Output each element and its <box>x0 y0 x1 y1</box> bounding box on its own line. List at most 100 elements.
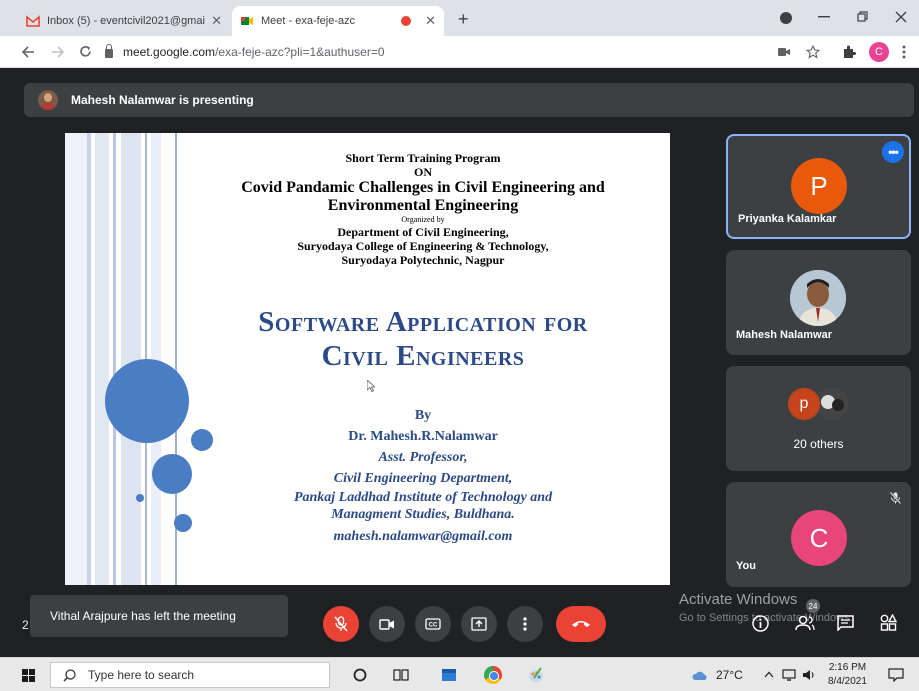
close-tab-icon[interactable]: ✕ <box>425 13 436 29</box>
start-windows-icon[interactable] <box>22 669 35 682</box>
new-tab-button[interactable]: + <box>458 9 469 30</box>
close-window-icon[interactable] <box>895 11 907 23</box>
presentation-slide: Short Term Training Program ON Covid Pan… <box>65 133 670 585</box>
more-options-icon[interactable]: ••• <box>882 141 904 163</box>
chat-icon[interactable] <box>837 615 854 631</box>
captions-button[interactable]: CC <box>415 606 451 642</box>
forward-icon[interactable] <box>51 46 64 58</box>
task-view-icon[interactable] <box>393 668 409 682</box>
closed-captions-icon: CC <box>425 618 441 630</box>
author-email: mahesh.nalamwar@gmail.com <box>333 529 513 544</box>
show-hidden-icons-chevron-icon[interactable] <box>764 671 774 678</box>
restore-icon[interactable] <box>857 11 869 23</box>
decor-circle-tiny <box>136 494 144 502</box>
participant-tile-mahesh[interactable]: Mahesh Nalamwar <box>726 250 911 355</box>
clock-date: 8/4/2021 <box>828 676 867 687</box>
chrome-menu-icon[interactable] <box>902 45 906 59</box>
person-photo-icon <box>816 388 848 420</box>
extensions-icon[interactable] <box>842 45 856 59</box>
tab-title: Inbox (5) - eventcivil2021@gmai <box>47 15 205 27</box>
other-participant-photo <box>816 388 848 420</box>
google-meet-icon <box>241 17 253 25</box>
self-avatar: C <box>791 510 847 566</box>
participant-tile-others[interactable]: p 20 others <box>726 366 911 471</box>
tab-gmail[interactable]: Inbox (5) - eventcivil2021@gmai ✕ <box>18 6 230 36</box>
minimize-icon[interactable] <box>818 16 830 18</box>
program-heading: Short Term Training Program ON <box>345 151 501 179</box>
address-bar: meet.google.com/exa-feje-azc?pli=1&authu… <box>0 36 919 68</box>
mic-toggle-button[interactable] <box>323 606 359 642</box>
url-domain: meet.google.com <box>123 45 216 59</box>
url-path: /exa-feje-azc?pli=1&authuser=0 <box>215 45 385 59</box>
participant-count-badge: 24 <box>806 599 820 613</box>
presenter-avatar <box>38 90 58 110</box>
taskbar-search-box[interactable]: Type here to search <box>50 662 330 688</box>
more-options-button[interactable] <box>507 606 543 642</box>
author-name: Dr. Mahesh.R.Nalamwar <box>348 429 498 444</box>
participant-avatar: P <box>791 158 847 214</box>
recording-indicator-icon <box>401 16 412 26</box>
search-icon <box>63 668 76 682</box>
back-icon[interactable] <box>22 46 35 58</box>
reload-icon[interactable] <box>79 45 92 58</box>
file-app-icon[interactable] <box>440 666 458 684</box>
profile-menu-icon[interactable] <box>779 11 793 25</box>
meeting-details-icon[interactable] <box>752 615 769 632</box>
author-department: Civil Engineering Department, <box>333 471 513 486</box>
participant-photo-avatar <box>790 270 846 326</box>
vertical-dots-icon <box>523 617 527 631</box>
mic-off-icon <box>890 492 901 504</box>
tab-title: Meet - exa-feje-azc <box>261 15 356 27</box>
leave-call-button[interactable] <box>556 606 606 642</box>
program-title: Covid Pandamic Challenges in Civil Engin… <box>183 179 663 225</box>
participant-name: Priyanka Kalamkar <box>738 213 837 225</box>
decor-circle-large <box>105 359 189 443</box>
gmail-icon <box>26 15 40 27</box>
other-participant-avatar: p <box>788 388 820 420</box>
author-designation: Asst. Professor, <box>378 450 468 465</box>
author-institute: Pankaj Laddhad Institute of Technology a… <box>293 490 553 522</box>
meet-stage: Mahesh Nalamwar is presenting Short Term… <box>0 69 919 657</box>
mouse-cursor-icon <box>367 380 375 392</box>
person-photo-icon <box>790 270 846 326</box>
volume-icon[interactable] <box>802 669 816 681</box>
mic-off-icon <box>334 616 348 632</box>
temperature-label: 27°C <box>716 668 743 682</box>
taskbar-clock[interactable]: 2:16 PM 8/4/2021 <box>828 661 867 689</box>
activities-icon[interactable] <box>880 614 897 631</box>
participant-tile-priyanka[interactable]: P ••• Priyanka Kalamkar <box>726 134 911 239</box>
organizer-department: Department of Civil Engineering, Suryoda… <box>297 225 549 267</box>
chrome-taskbar-icon[interactable] <box>484 666 502 684</box>
participant-name: You <box>736 560 756 572</box>
participant-name: Mahesh Nalamwar <box>736 329 832 341</box>
hang-up-icon <box>572 621 590 627</box>
people-icon[interactable] <box>795 615 815 631</box>
notification-center-icon[interactable] <box>888 668 904 682</box>
present-screen-button[interactable] <box>461 606 497 642</box>
by-label: By <box>414 408 432 423</box>
paint-app-icon[interactable] <box>527 666 545 684</box>
presenting-text: Mahesh Nalamwar is presenting <box>71 93 254 107</box>
participant-tile-you[interactable]: C You <box>726 482 911 587</box>
weather-cloud-icon[interactable] <box>691 671 709 681</box>
svg-text:CC: CC <box>429 623 438 629</box>
camera-in-use-icon[interactable] <box>778 48 790 56</box>
activate-windows-watermark: Activate Windows <box>679 591 798 608</box>
bookmark-star-icon[interactable] <box>806 45 820 59</box>
profile-avatar[interactable]: C <box>869 42 889 62</box>
left-meeting-toast: Vithal Arajpure has left the meeting <box>30 595 288 637</box>
camera-toggle-button[interactable] <box>369 606 405 642</box>
meeting-details-truncated: 2 <box>22 618 29 632</box>
cortana-icon[interactable] <box>353 668 367 682</box>
presenting-banner: Mahesh Nalamwar is presenting <box>24 83 914 117</box>
slide-stripe-decoration <box>65 133 180 585</box>
windows-taskbar: Type here to search 27°C 2:16 PM 8/4/202… <box>0 657 919 691</box>
close-tab-icon[interactable]: ✕ <box>211 13 222 29</box>
clock-time: 2:16 PM <box>828 662 867 673</box>
browser-tab-strip: Inbox (5) - eventcivil2021@gmai ✕ Meet -… <box>0 0 919 36</box>
present-screen-icon <box>471 617 487 631</box>
tab-meet[interactable]: Meet - exa-feje-azc ✕ <box>232 6 444 36</box>
url-field[interactable]: meet.google.com/exa-feje-azc?pli=1&authu… <box>105 41 765 63</box>
talk-title: Software Application for Civil Engineers <box>258 306 588 372</box>
network-icon[interactable] <box>782 669 796 681</box>
